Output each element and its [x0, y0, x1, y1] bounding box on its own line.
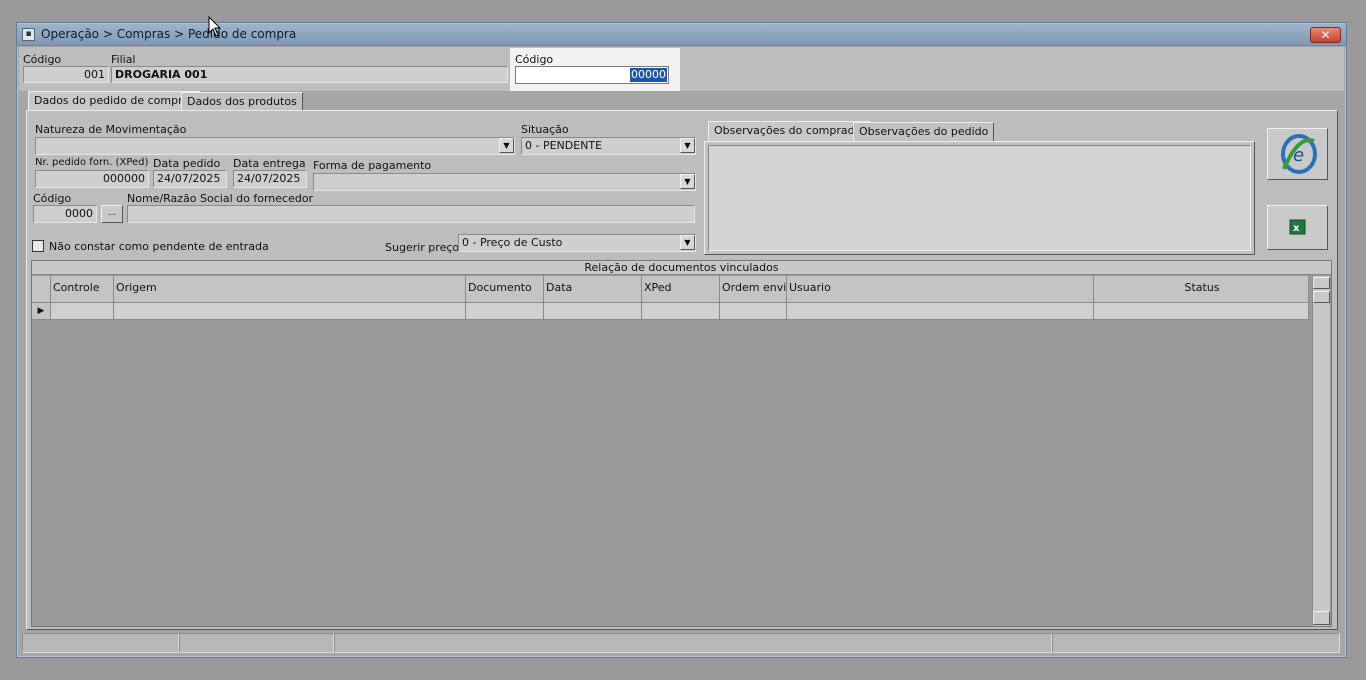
data-entrega-field[interactable]: 24/07/2025: [233, 170, 307, 188]
row-indicator-icon: ▶: [32, 303, 51, 320]
codigo-field[interactable]: 001: [23, 66, 109, 83]
nome-fornecedor-field[interactable]: [127, 205, 695, 223]
natureza-select[interactable]: [35, 137, 515, 155]
grid-cell[interactable]: [787, 303, 1094, 320]
scroll-up-button[interactable]: [1313, 277, 1330, 289]
tab-observacoes-pedido[interactable]: Observações do pedido: [853, 122, 995, 142]
forma-pagamento-dropdown-arrow-icon[interactable]: ▼: [680, 174, 695, 189]
fornecedor-search-button[interactable]: ...: [101, 205, 123, 223]
grid-col-data[interactable]: Data: [544, 276, 642, 303]
grid-cell[interactable]: [466, 303, 544, 320]
grid-cell[interactable]: [720, 303, 787, 320]
excel-icon: x: [1289, 219, 1306, 235]
mouse-cursor-icon: [208, 16, 222, 37]
grid-col-status[interactable]: Status: [1094, 276, 1309, 303]
data-pedido-field[interactable]: 24/07/2025: [153, 170, 227, 188]
app-icon: ▪: [22, 28, 35, 41]
close-button[interactable]: ✕: [1310, 27, 1341, 43]
situacao-label: Situação: [521, 123, 569, 136]
nao-constar-checkbox[interactable]: [32, 240, 44, 252]
sugerir-preco-label: Sugerir preço :: [385, 241, 467, 254]
grid-cell[interactable]: [642, 303, 720, 320]
excel-button[interactable]: x: [1267, 205, 1328, 250]
nr-pedido-label: Nr. pedido forn. (XPed): [35, 157, 149, 168]
grid-col-documento[interactable]: Documento: [466, 276, 544, 303]
grid-col-xped[interactable]: XPed: [642, 276, 720, 303]
status-panel-3: [334, 633, 1052, 653]
fornecedor-codigo-field[interactable]: 0000: [33, 205, 97, 223]
grid-col-ordem-envio[interactable]: Ordem envio: [720, 276, 787, 303]
grid-cell[interactable]: [1094, 303, 1309, 320]
nr-pedido-field[interactable]: 000000: [35, 170, 149, 188]
nfe-icon: e: [1281, 134, 1317, 174]
grid-cell[interactable]: [51, 303, 114, 320]
nome-fornecedor-label: Nome/Razão Social do fornecedor: [127, 192, 314, 205]
situacao-dropdown-arrow-icon[interactable]: ▼: [680, 138, 695, 153]
grid-col-origem[interactable]: Origem: [114, 276, 466, 303]
grid-cell[interactable]: [544, 303, 642, 320]
grid-indicator-header: [32, 276, 51, 303]
tab-dados-pedido[interactable]: Dados do pedido de compras: [28, 91, 202, 111]
scroll-thumb[interactable]: [1313, 291, 1330, 303]
nao-constar-label: Não constar como pendente de entrada: [49, 240, 269, 253]
grid-vertical-scrollbar[interactable]: [1312, 276, 1330, 626]
nfe-button[interactable]: e: [1267, 128, 1328, 180]
grid-col-controle[interactable]: Controle: [51, 276, 114, 303]
search-codigo-input[interactable]: 00000: [515, 66, 669, 84]
status-panel-2: [179, 633, 334, 653]
scroll-down-button[interactable]: [1313, 611, 1330, 625]
data-pedido-label: Data pedido: [153, 157, 221, 170]
window-title: Operação > Compras > Pedido de compra: [41, 27, 297, 41]
svg-text:e: e: [1293, 145, 1304, 166]
observacoes-textarea[interactable]: [708, 145, 1251, 251]
search-codigo-label: Código: [515, 53, 554, 66]
filial-label: Filial: [111, 53, 136, 66]
situacao-select[interactable]: 0 - PENDENTE: [521, 137, 696, 155]
natureza-dropdown-arrow-icon[interactable]: ▼: [499, 138, 514, 153]
search-codigo-value: 00000: [630, 68, 667, 82]
grid-cell[interactable]: [114, 303, 466, 320]
grid-title: Relação de documentos vinculados: [32, 261, 1331, 275]
natureza-label: Natureza de Movimentação: [35, 123, 187, 136]
tab-dados-produtos[interactable]: Dados dos produtos: [181, 92, 303, 111]
forma-pagamento-select[interactable]: [313, 173, 696, 191]
tab-observacoes-comprador[interactable]: Observações do comprador: [708, 121, 872, 142]
grid-col-usuario[interactable]: Usuario: [787, 276, 1094, 303]
status-panel-4: [1052, 633, 1340, 653]
svg-text:x: x: [1293, 223, 1300, 234]
filial-field[interactable]: DROGARIA 001: [111, 66, 508, 83]
forma-pagamento-label: Forma de pagamento: [313, 159, 432, 172]
sugerir-preco-select[interactable]: 0 - Preço de Custo: [458, 234, 696, 252]
codigo-label: Código: [23, 53, 62, 66]
fornecedor-codigo-label: Código: [33, 192, 72, 205]
status-panel-1: [22, 633, 179, 653]
data-entrega-label: Data entrega: [233, 157, 306, 170]
sugerir-preco-dropdown-arrow-icon[interactable]: ▼: [680, 235, 695, 250]
